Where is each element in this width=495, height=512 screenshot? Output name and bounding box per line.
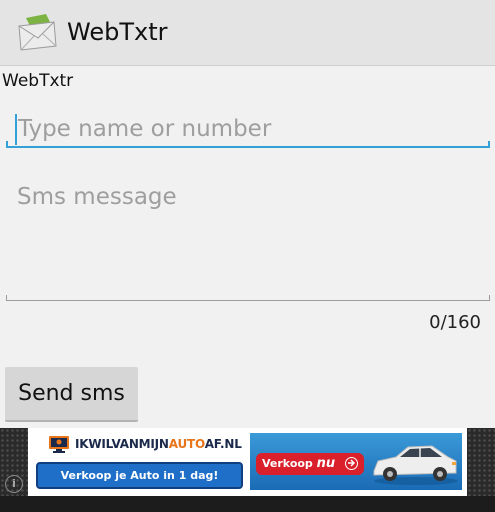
recipient-input-underline: [6, 141, 490, 148]
ad-right-panel: Verkoop nu: [250, 433, 462, 490]
info-icon[interactable]: i: [5, 475, 23, 493]
app-title: WebTxtr: [67, 18, 168, 46]
send-sms-button[interactable]: Send sms: [5, 367, 138, 422]
message-input-underline: [6, 295, 490, 301]
arrow-right-icon: [345, 457, 358, 470]
ad-brand-text: IKWILVANMIJNAUTOAF.NL: [75, 437, 242, 451]
envelope-app-icon[interactable]: [16, 12, 58, 52]
ad-bar: i IKWILVANMIJNAUTOAF.NL Verkoop je Auto …: [0, 428, 495, 512]
action-bar: WebTxtr: [0, 0, 495, 66]
monitor-logo-icon: [49, 436, 69, 453]
ad-banner[interactable]: IKWILVANMIJNAUTOAF.NL Verkoop je Auto in…: [28, 428, 467, 496]
ad-cta-left-button[interactable]: Verkoop je Auto in 1 dag!: [36, 462, 243, 489]
text-cursor: [15, 114, 17, 145]
form-label: WebTxtr: [2, 71, 74, 91]
message-input[interactable]: [6, 176, 490, 296]
ad-cta-right-button[interactable]: Verkoop nu: [256, 453, 364, 475]
ad-right-pattern: [467, 428, 495, 496]
character-counter: 0/160: [429, 312, 481, 333]
car-icon: [373, 445, 458, 485]
